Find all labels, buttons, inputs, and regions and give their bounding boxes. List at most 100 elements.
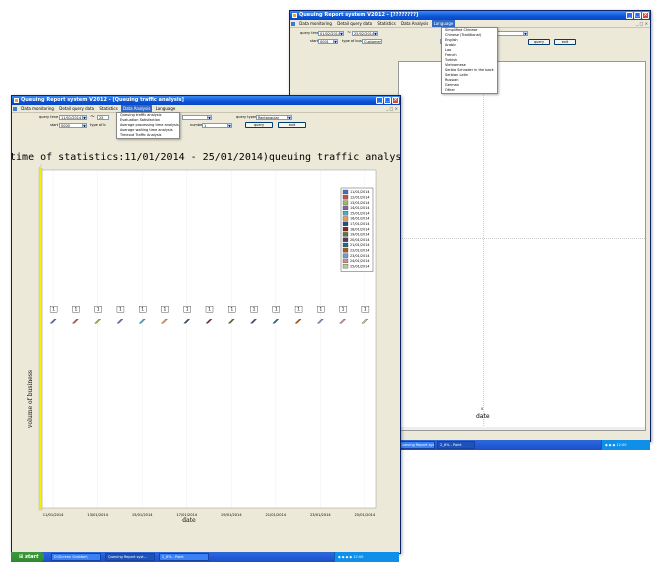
front-window: Queuing Report system V2012 - [Queuing t… [11, 95, 401, 554]
system-tray: ◆ ◆ ◆ 12:00 [601, 440, 650, 450]
x-tick-label: 13/01/2014 [87, 513, 108, 517]
legend-entry: 24/01/2014 [350, 259, 370, 263]
back-plot-vgrid [483, 62, 484, 430]
legend-entry: 12/01/2014 [350, 196, 370, 200]
query-time-to-input[interactable]: 25/02/2014 ▼ [352, 31, 378, 36]
tray-icons[interactable]: ◆ ◆ ◆ ◆ [338, 555, 353, 559]
data-label: 1 [297, 307, 300, 313]
legend-swatch [342, 189, 349, 195]
query-button[interactable]: query [528, 39, 550, 45]
data-label: 1 [319, 307, 322, 313]
legend-swatch [342, 216, 349, 221]
calendar-dropdown-icon[interactable]: ▼ [339, 32, 343, 35]
query-time-from-value: 01/02/2014 [320, 32, 341, 36]
legend-swatch [342, 248, 349, 253]
legend-entry: 16/01/2014 [350, 217, 370, 221]
x-tick-label: 11/01/2014 [43, 513, 64, 517]
legend-swatch [342, 253, 349, 258]
business-type-select[interactable]: Customer [362, 39, 382, 44]
tray-clock: 12:00 [353, 555, 364, 559]
legend-swatch [342, 232, 349, 237]
exit-button[interactable]: exit [554, 39, 576, 45]
back-window-titlebar[interactable]: Queuing Report system V2012 - [????????]… [290, 11, 650, 20]
data-label: 1 [186, 307, 189, 313]
legend-entry: 13/01/2014 [350, 201, 370, 205]
maximize-icon[interactable]: □ [634, 12, 641, 19]
legend-swatch [342, 221, 349, 226]
start-button[interactable]: ⊞ start [11, 552, 44, 562]
legend-swatch [342, 226, 349, 232]
legend-swatch [342, 264, 349, 269]
tray-icons[interactable]: ◆ ◆ ◆ [605, 443, 616, 447]
legend-entry: 19/01/2014 [350, 233, 370, 237]
x-tick-label: 21/01/2014 [265, 513, 286, 517]
x-tick-label: 19/01/2014 [221, 513, 242, 517]
legend-swatch [342, 195, 349, 200]
analysis-option[interactable]: Timeout Traffic Analysis [117, 133, 179, 138]
plot-left-wall [38, 167, 43, 511]
data-label: 1 [74, 307, 77, 313]
legend-entry: 17/01/2014 [350, 222, 370, 226]
back-x-tick: 0 [481, 407, 484, 411]
menu-language[interactable]: Language [431, 20, 456, 27]
x-axis-label: date [182, 517, 196, 524]
tray-clock: 12:00 [616, 443, 627, 447]
query-time-to-value: 25/02/2014 [354, 32, 375, 36]
y-axis-label: volume of business [27, 370, 34, 429]
data-label: 1 [119, 307, 122, 313]
data-label: 1 [141, 307, 144, 313]
menu-app-icon [291, 22, 295, 26]
start-value: 0001 [320, 40, 329, 44]
taskbar-item[interactable]: Queuing Report syst... [397, 441, 435, 449]
data-label: 1 [208, 307, 211, 313]
mdi-controls[interactable]: _ □ × [636, 20, 648, 27]
x-tick-label: 23/01/2014 [310, 513, 331, 517]
back-taskbar: Queuing Report syst... 2_8% - Paint ◆ ◆ … [395, 440, 650, 450]
back-window-title: Queuing Report system V2012 - [????????] [299, 12, 419, 18]
menu-data-analysis[interactable]: Data Analysis [399, 20, 430, 27]
data-label: 1 [342, 307, 345, 313]
data-label: 1 [52, 307, 55, 313]
chevron-down-icon[interactable]: ▼ [333, 40, 337, 43]
menu-data-monitoring[interactable]: Data monitoring [297, 20, 334, 27]
back-plot-baseline [399, 427, 645, 430]
legend-entry: 18/01/2014 [350, 227, 370, 231]
chevron-down-icon[interactable]: ▼ [523, 32, 527, 35]
menu-statistics[interactable]: Statistics [375, 20, 397, 27]
start-select[interactable]: 0001 ▼ [318, 39, 338, 44]
legend-entry: 22/01/2014 [350, 249, 370, 253]
tilde-separator: ~ [347, 30, 352, 36]
app-icon [292, 13, 297, 18]
language-menu: Simplified Chinese Chinese (Traditional)… [441, 27, 498, 94]
minimize-icon[interactable]: _ [626, 12, 633, 19]
data-label: 1 [230, 307, 233, 313]
taskbar-item[interactable]: D:\Screen Grabber\ [51, 553, 101, 561]
language-option[interactable]: Other [442, 88, 497, 93]
back-x-axis-label: date [476, 413, 490, 420]
query-time-from-input[interactable]: 01/02/2014 ▼ [318, 31, 344, 36]
legend-entry: 21/01/2014 [350, 243, 370, 247]
data-label: 1 [164, 307, 167, 313]
legend-entry: 25/01/2014 [350, 264, 370, 268]
calendar-dropdown-icon[interactable]: ▼ [373, 32, 377, 35]
legend-swatch [342, 205, 349, 211]
menu-detail-query[interactable]: Detail query data [335, 20, 374, 27]
legend-swatch [342, 242, 349, 248]
taskbar-item[interactable]: Queuing Report syst... [105, 553, 155, 561]
back-plot-area: 0 date [398, 61, 646, 431]
taskbar-item[interactable]: 2_8% - Paint [159, 553, 209, 561]
plot-wall-edge [38, 163, 43, 169]
start-label: start [24, 554, 39, 560]
data-label: 1 [97, 307, 100, 313]
legend-entry: 20/01/2014 [350, 238, 370, 242]
traffic-chart: 1 1 1 1 1 1 1 1 1 1 1 1 1 1 1 11/01/2014 13/01/2014 15/01… [27, 163, 377, 524]
legend-entry: 14/01/2014 [350, 206, 370, 210]
close-icon[interactable]: × [642, 12, 649, 19]
legend-entry: 15/01/2014 [350, 211, 370, 215]
data-label: 1 [275, 307, 278, 313]
front-taskbar: ⊞ start D:\Screen Grabber\ Queuing Repor… [11, 552, 399, 562]
data-label: 1 [253, 307, 256, 313]
x-tick-label: 25/01/2014 [355, 513, 376, 517]
taskbar-item[interactable]: 2_8% - Paint [437, 441, 475, 449]
legend-entry: 23/01/2014 [350, 254, 370, 258]
